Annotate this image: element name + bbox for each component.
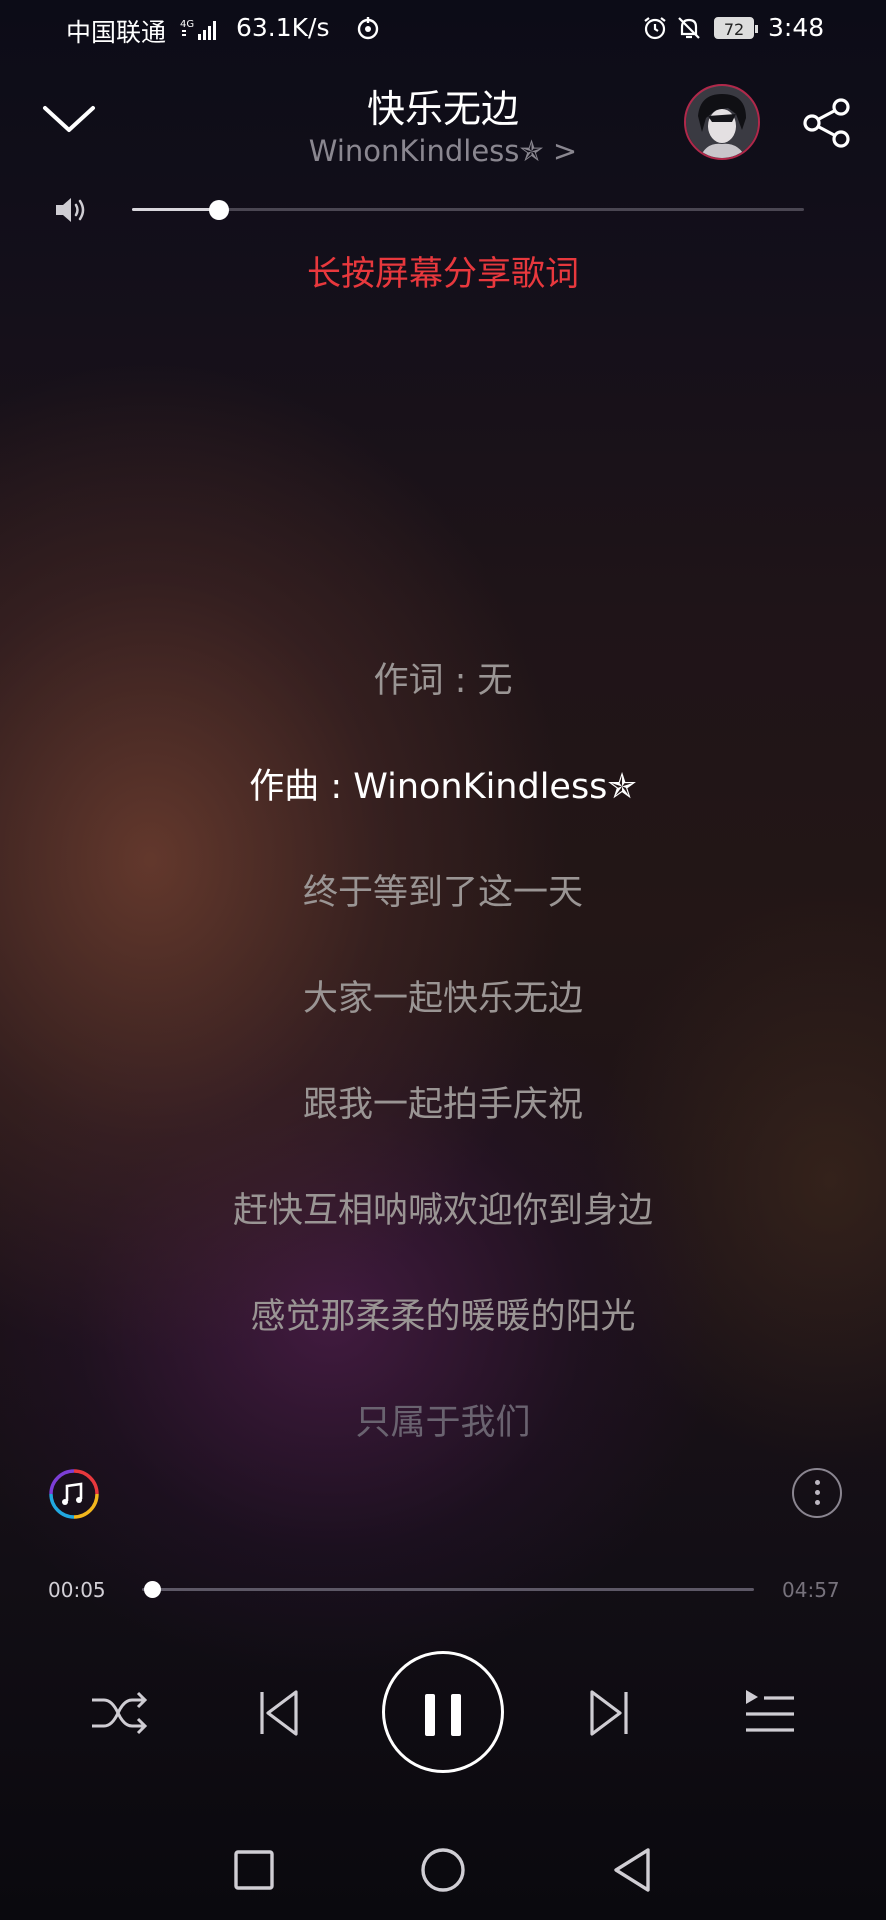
music-note-icon (49, 1469, 99, 1519)
lyric-line: 感觉那柔柔的暖暖的阳光 (250, 1297, 636, 1337)
volume-slider-handle[interactable] (209, 200, 230, 220)
back-icon (614, 1848, 650, 1892)
pause-icon-bar (451, 1694, 461, 1736)
recents-button[interactable] (224, 1840, 284, 1900)
pause-icon (425, 1694, 435, 1736)
recents-icon (234, 1850, 274, 1890)
more-icon-dot (815, 1500, 820, 1505)
more-icon (815, 1480, 820, 1485)
hotspot-icon (355, 15, 381, 47)
lyric-line: 赶快互相呐喊欢迎你到身边 (232, 1191, 653, 1231)
current-time: 00:05 (48, 1578, 106, 1602)
volume-icon (54, 194, 90, 226)
signal-icon: 4G (180, 16, 224, 48)
status-bar: 中国联通 4G 63.1K/s 72 3:48 (0, 0, 886, 58)
lyric-line: 终于等到了这一天 (302, 873, 583, 913)
volume-slider-track[interactable] (132, 208, 804, 211)
clock: 3:48 (768, 13, 825, 42)
lyric-line-current: 作曲 : WinonKindless✯ (249, 767, 637, 807)
volume-slider-fill (132, 208, 220, 211)
previous-icon (260, 1690, 298, 1736)
lyric-line: 作词 : 无 (373, 661, 513, 701)
lyric-line: 跟我一起拍手庆祝 (302, 1085, 583, 1125)
share-lyrics-hint: 长按屏幕分享歌词 (307, 254, 579, 294)
home-icon (421, 1848, 465, 1892)
lyric-line: 大家一起快乐无边 (302, 979, 583, 1019)
share-icon (803, 98, 850, 148)
seek-bar-track[interactable] (142, 1588, 754, 1591)
next-button[interactable] (576, 1680, 642, 1746)
network-speed: 63.1K/s (236, 13, 330, 42)
more-icon-dot (815, 1490, 820, 1495)
battery-indicator: 72 (714, 17, 758, 39)
mute-notification-icon (676, 15, 702, 47)
shuffle-button[interactable] (86, 1680, 152, 1746)
network-type: 4G (180, 19, 194, 30)
home-button[interactable] (413, 1840, 473, 1900)
more-options-button[interactable] (792, 1468, 842, 1518)
artist-avatar[interactable] (684, 84, 760, 160)
pause-button[interactable] (382, 1651, 504, 1773)
next-icon (590, 1690, 628, 1736)
lyric-line: 只属于我们 (355, 1403, 531, 1443)
carrier-label: 中国联通 (66, 18, 167, 47)
back-button[interactable] (602, 1840, 662, 1900)
shuffle-icon (92, 1691, 148, 1735)
total-time: 04:57 (782, 1578, 840, 1602)
music-quality-button[interactable] (48, 1468, 100, 1520)
share-button[interactable] (800, 96, 854, 150)
seek-bar-handle[interactable] (144, 1581, 162, 1598)
alarm-icon (642, 15, 668, 47)
previous-button[interactable] (246, 1680, 312, 1746)
playlist-icon (746, 1690, 794, 1732)
playlist-button[interactable] (736, 1680, 802, 1746)
